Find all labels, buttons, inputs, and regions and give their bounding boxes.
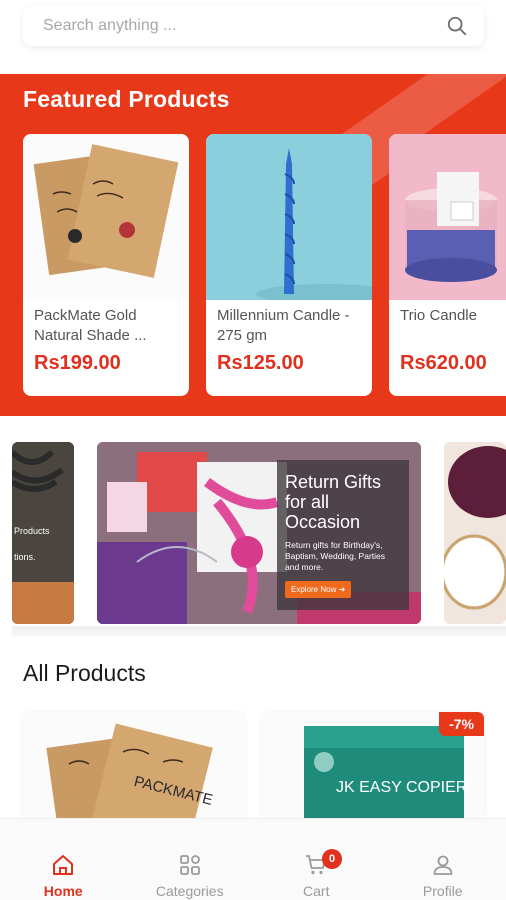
banner-heading: Return Gifts for all Occasion	[285, 472, 382, 532]
nav-categories[interactable]: Categories	[127, 819, 254, 900]
product-image-text: JK EASY COPIER	[336, 779, 467, 796]
product-image: PACKMATE	[23, 712, 245, 822]
product-price: Rs620.00	[400, 352, 487, 374]
search-bar[interactable]	[23, 6, 484, 46]
divider	[12, 626, 506, 636]
nav-label: Profile	[422, 883, 463, 899]
product-name: Millennium Candle - 275 gm	[217, 307, 350, 344]
home-icon	[53, 855, 74, 875]
featured-product-card[interactable]: PackMate Gold Natural Shade ... Rs199.00	[23, 134, 189, 396]
product-image	[206, 134, 372, 300]
explore-now-button[interactable]: Explore Now ➔	[285, 581, 352, 598]
banner-slide-previous[interactable]: Products tions.	[12, 442, 74, 624]
nav-home[interactable]: Home	[0, 819, 127, 900]
featured-section: Featured Products PackMate Gold Natural …	[0, 74, 506, 416]
product-name: Trio Candle	[400, 307, 477, 324]
nav-cart[interactable]: 0 Cart	[253, 819, 380, 900]
banner-text-box: Return Gifts for all Occasion Return gif…	[277, 460, 409, 610]
discount-badge: -7%	[439, 712, 484, 736]
product-card[interactable]: JK EASY COPIER -7%	[262, 712, 484, 822]
product-image	[389, 134, 506, 300]
featured-title: Featured Products	[23, 86, 230, 112]
grid-icon	[179, 855, 200, 875]
banner-partial-text: Products	[14, 526, 50, 536]
search-input[interactable]	[43, 17, 446, 35]
product-price: Rs199.00	[34, 352, 121, 374]
product-image	[23, 134, 189, 300]
user-icon	[433, 855, 453, 875]
nav-label: Categories	[155, 883, 224, 899]
featured-product-card[interactable]: Trio Candle Rs620.00	[389, 134, 506, 396]
banner-partial-text: tions.	[14, 552, 36, 562]
featured-product-card[interactable]: Millennium Candle - 275 gm Rs125.00	[206, 134, 372, 396]
all-products-title: All Products	[23, 660, 146, 686]
product-card[interactable]: PACKMATE	[23, 712, 245, 822]
product-name: PackMate Gold Natural Shade ...	[34, 307, 147, 344]
bottom-navigation: Home Categories 0 Cart Profile	[0, 818, 506, 900]
nav-label: Home	[43, 883, 83, 899]
nav-label: Cart	[303, 883, 330, 899]
banner-subtext: Return gifts for Birthday's, Baptism, We…	[285, 540, 385, 572]
product-price: Rs125.00	[217, 352, 304, 374]
search-icon[interactable]	[446, 15, 468, 37]
banner-carousel[interactable]: Products tions. Return Gifts for all Occ…	[0, 440, 506, 636]
nav-profile[interactable]: Profile	[380, 819, 506, 900]
banner-slide-next[interactable]	[444, 442, 506, 624]
cart-count-badge: 0	[322, 849, 342, 869]
banner-slide-return-gifts[interactable]: Return Gifts for all Occasion Return gif…	[97, 442, 421, 624]
